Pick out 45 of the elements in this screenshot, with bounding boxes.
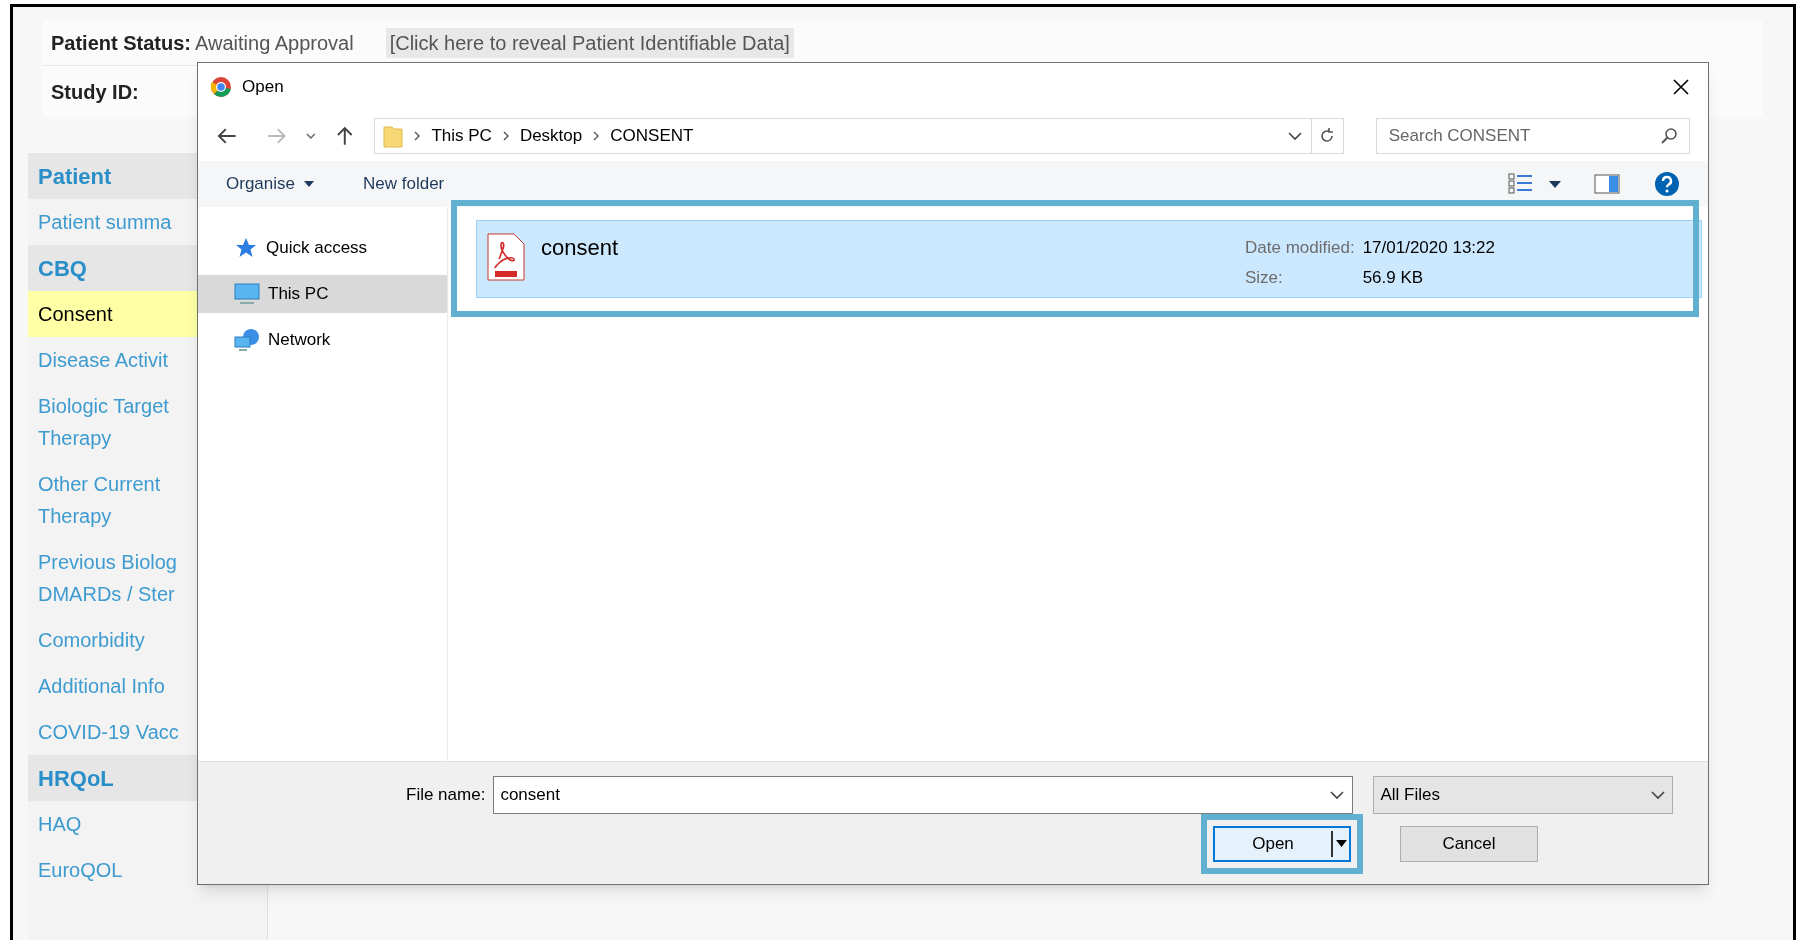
reveal-link[interactable]: [Click here to reveal Patient Identifiable Data] (385, 28, 794, 58)
file-row[interactable]: consent Date modified: 17/01/2020 13:22 Size: 56.9 KB (476, 220, 1702, 298)
nav-item[interactable]: This PC (198, 275, 447, 313)
up-arrow-icon[interactable] (334, 125, 355, 147)
chevron-right-icon[interactable] (501, 130, 510, 142)
search-icon (1660, 127, 1678, 145)
file-name-field[interactable]: consent (493, 776, 1354, 814)
cancel-button[interactable]: Cancel (1400, 826, 1538, 862)
address-bar[interactable]: This PC Desktop CONSENT (374, 118, 1344, 154)
chevron-down-icon[interactable] (305, 131, 317, 141)
pdf-file-icon (487, 233, 525, 281)
meta-label: Size: (1245, 266, 1284, 289)
field-label: File name: (406, 784, 486, 807)
field-label: Patient Status: (51, 31, 192, 56)
help-icon[interactable] (1654, 171, 1680, 197)
status-value: Awaiting Approval (195, 31, 354, 56)
chevron-down-icon[interactable] (1286, 130, 1303, 142)
chevron-right-icon[interactable] (413, 130, 422, 142)
meta-label: Date modified: (1245, 237, 1355, 259)
breadcrumb[interactable]: This PC (431, 123, 492, 149)
chevron-down-icon (1650, 789, 1667, 801)
network-icon (234, 328, 260, 352)
breadcrumb[interactable]: Desktop (519, 123, 583, 149)
field-label: Study ID: (51, 79, 139, 105)
file-name: consent (541, 234, 619, 262)
computer-icon (234, 282, 260, 306)
breadcrumb[interactable]: CONSENT (610, 123, 694, 149)
meta-value: 17/01/2020 13:22 (1362, 237, 1495, 259)
caret-icon[interactable] (1548, 179, 1562, 189)
caret-icon (303, 180, 315, 188)
meta-value: 56.9 KB (1362, 266, 1425, 289)
chevron-right-icon[interactable] (592, 130, 601, 142)
new-folder-button[interactable]: New folder (363, 171, 445, 197)
folder-icon (383, 124, 404, 148)
caret-icon[interactable] (1331, 829, 1349, 859)
back-arrow-icon[interactable] (216, 126, 238, 146)
close-icon (1672, 78, 1690, 96)
chevron-down-icon[interactable] (1329, 789, 1346, 801)
open-button[interactable]: Open (1213, 826, 1351, 862)
app-logo-icon (210, 76, 232, 98)
search-field[interactable]: Search CONSENT (1375, 118, 1690, 154)
file-type-dropdown[interactable]: All Files (1373, 776, 1674, 814)
dialog-title: Open (242, 76, 284, 99)
view-options-icon[interactable] (1508, 172, 1534, 196)
preview-pane-icon[interactable] (1594, 174, 1620, 194)
